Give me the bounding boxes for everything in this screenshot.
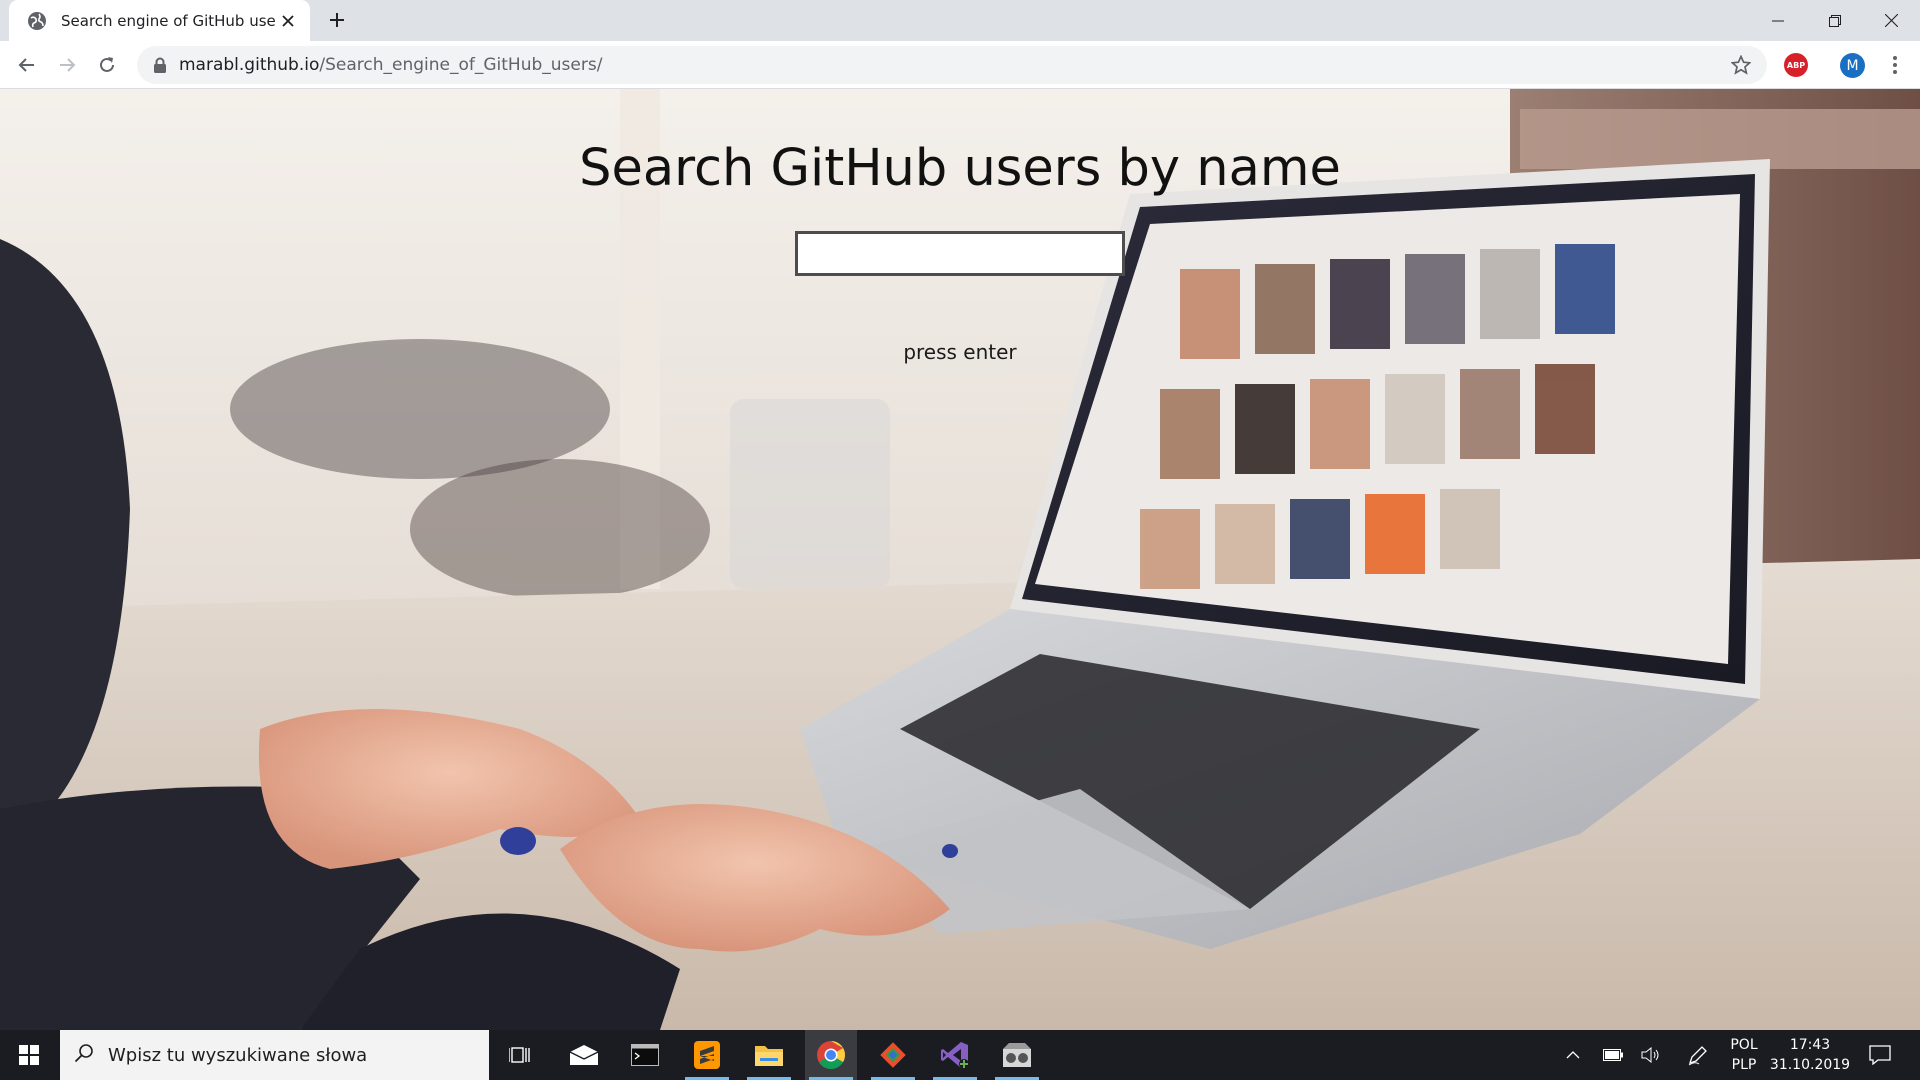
mail-icon[interactable] [558, 1030, 610, 1080]
git-icon[interactable] [867, 1030, 919, 1080]
taskbar-search-box[interactable]: Wpisz tu wyszukiwane słowa [60, 1030, 489, 1080]
notifications-icon[interactable] [1860, 1030, 1900, 1080]
reload-icon[interactable] [92, 50, 122, 80]
clock[interactable]: 17:43 31.10.2019 [1770, 1030, 1850, 1080]
back-icon[interactable] [12, 50, 42, 80]
url-path: /Search_engine_of_GitHub_users/ [319, 55, 603, 75]
terminal-icon[interactable] [619, 1030, 671, 1080]
clock-time: 17:43 [1789, 1037, 1831, 1053]
browser-tabstrip: Search engine of GitHub users [0, 0, 1920, 41]
url-text: marabl.github.io/Search_engine_of_GitHub… [179, 55, 602, 75]
media-app-icon[interactable] [991, 1030, 1043, 1080]
search-icon [74, 1043, 94, 1067]
url-host: marabl.github.io [179, 55, 320, 75]
tab-active[interactable]: Search engine of GitHub users [9, 0, 310, 41]
globe-icon [27, 11, 47, 31]
input-language-indicator[interactable]: POL PLP [1722, 1030, 1766, 1080]
page-viewport: Search GitHub users by name press enter [0, 89, 1920, 1030]
language-code: POL [1730, 1037, 1758, 1053]
windows-taskbar: Wpisz tu wyszukiwane słowa POL PLP 17:43… [0, 1030, 1920, 1080]
address-bar[interactable]: marabl.github.io/Search_engine_of_GitHub… [137, 46, 1767, 84]
bookmark-star-icon[interactable] [1731, 55, 1751, 75]
tab-title: Search engine of GitHub users [61, 11, 276, 30]
visual-studio-icon[interactable] [929, 1030, 981, 1080]
windows-start-icon[interactable] [0, 1030, 58, 1080]
adblock-extension-icon[interactable]: ABP [1784, 53, 1808, 77]
battery-icon[interactable] [1598, 1030, 1628, 1080]
chrome-icon[interactable] [805, 1030, 857, 1080]
lock-icon[interactable] [153, 57, 167, 73]
page-title: Search GitHub users by name [579, 139, 1341, 198]
profile-avatar[interactable]: M [1840, 53, 1865, 78]
restore-icon[interactable] [1806, 0, 1863, 41]
browser-menu-icon[interactable] [1882, 52, 1908, 78]
window-controls [1749, 0, 1920, 41]
volume-icon[interactable] [1636, 1030, 1666, 1080]
clock-date: 31.10.2019 [1769, 1057, 1851, 1073]
username-search-input[interactable] [795, 231, 1125, 276]
sublime-text-icon[interactable] [681, 1030, 733, 1080]
search-hint: press enter [903, 340, 1017, 364]
minimize-icon[interactable] [1749, 0, 1806, 41]
pen-workspace-icon[interactable] [1680, 1030, 1716, 1080]
taskbar-search-placeholder: Wpisz tu wyszukiwane słowa [108, 1044, 368, 1066]
file-explorer-icon[interactable] [743, 1030, 795, 1080]
new-tab-icon[interactable] [323, 6, 351, 34]
keyboard-layout: PLP [1731, 1057, 1757, 1073]
close-window-icon[interactable] [1863, 0, 1920, 41]
task-view-icon[interactable] [494, 1030, 546, 1080]
browser-toolbar: marabl.github.io/Search_engine_of_GitHub… [0, 41, 1920, 89]
forward-icon[interactable] [52, 50, 82, 80]
show-hidden-icons-icon[interactable] [1560, 1030, 1586, 1080]
tab-close-icon[interactable] [276, 9, 300, 33]
